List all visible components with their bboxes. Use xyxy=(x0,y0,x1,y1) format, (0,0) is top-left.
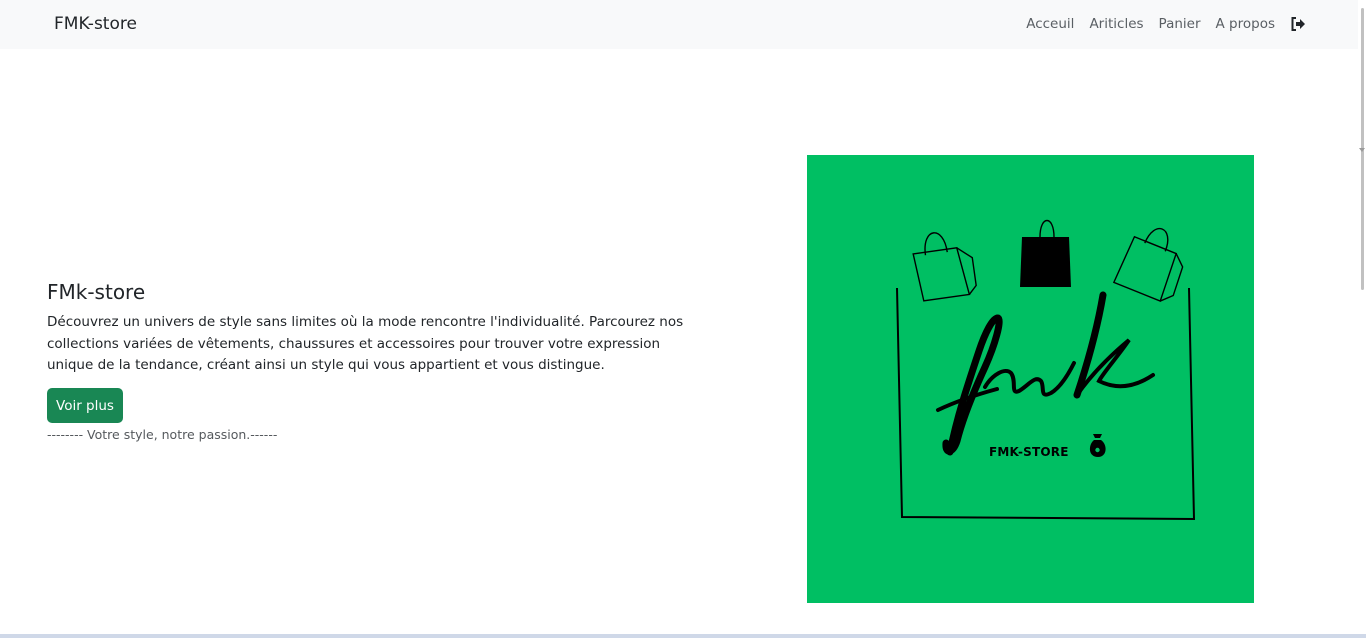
logo-store-name: FMK-STORE xyxy=(989,445,1069,459)
hero-description: Découvrez un univers de style sans limit… xyxy=(47,314,684,373)
nav-link-articles[interactable]: Ariticles xyxy=(1089,16,1143,32)
shopping-bag-outline-icon xyxy=(912,232,977,302)
money-bag-icon xyxy=(1089,434,1106,457)
navbar: FMK-store Acceuil Ariticles Panier A pro… xyxy=(0,0,1358,49)
shopping-bag-outline-icon xyxy=(1112,227,1184,302)
voir-plus-button[interactable]: Voir plus xyxy=(47,388,123,423)
page-bottom-border xyxy=(0,634,1366,638)
scrollbar[interactable] xyxy=(1358,0,1366,634)
nav-link-panier[interactable]: Panier xyxy=(1159,16,1201,32)
hero-title: FMk-store xyxy=(47,280,146,304)
logo-image: FMK-STORE xyxy=(807,155,1254,603)
nav-links: Acceuil Ariticles Panier A propos xyxy=(1011,16,1306,32)
fmk-script-wordmark xyxy=(936,291,1155,456)
navbar-brand[interactable]: FMK-store xyxy=(54,14,137,34)
fmk-logo-graphic: FMK-STORE xyxy=(896,219,1196,521)
hero-tagline: -------- Votre style, notre passion.----… xyxy=(47,427,278,442)
sign-out-icon[interactable] xyxy=(1291,17,1306,31)
nav-link-a-propos[interactable]: A propos xyxy=(1216,16,1275,32)
scroll-down-arrow-icon[interactable] xyxy=(1359,148,1365,152)
nav-link-acceuil[interactable]: Acceuil xyxy=(1026,16,1074,32)
shopping-bag-filled-icon xyxy=(1020,219,1071,287)
